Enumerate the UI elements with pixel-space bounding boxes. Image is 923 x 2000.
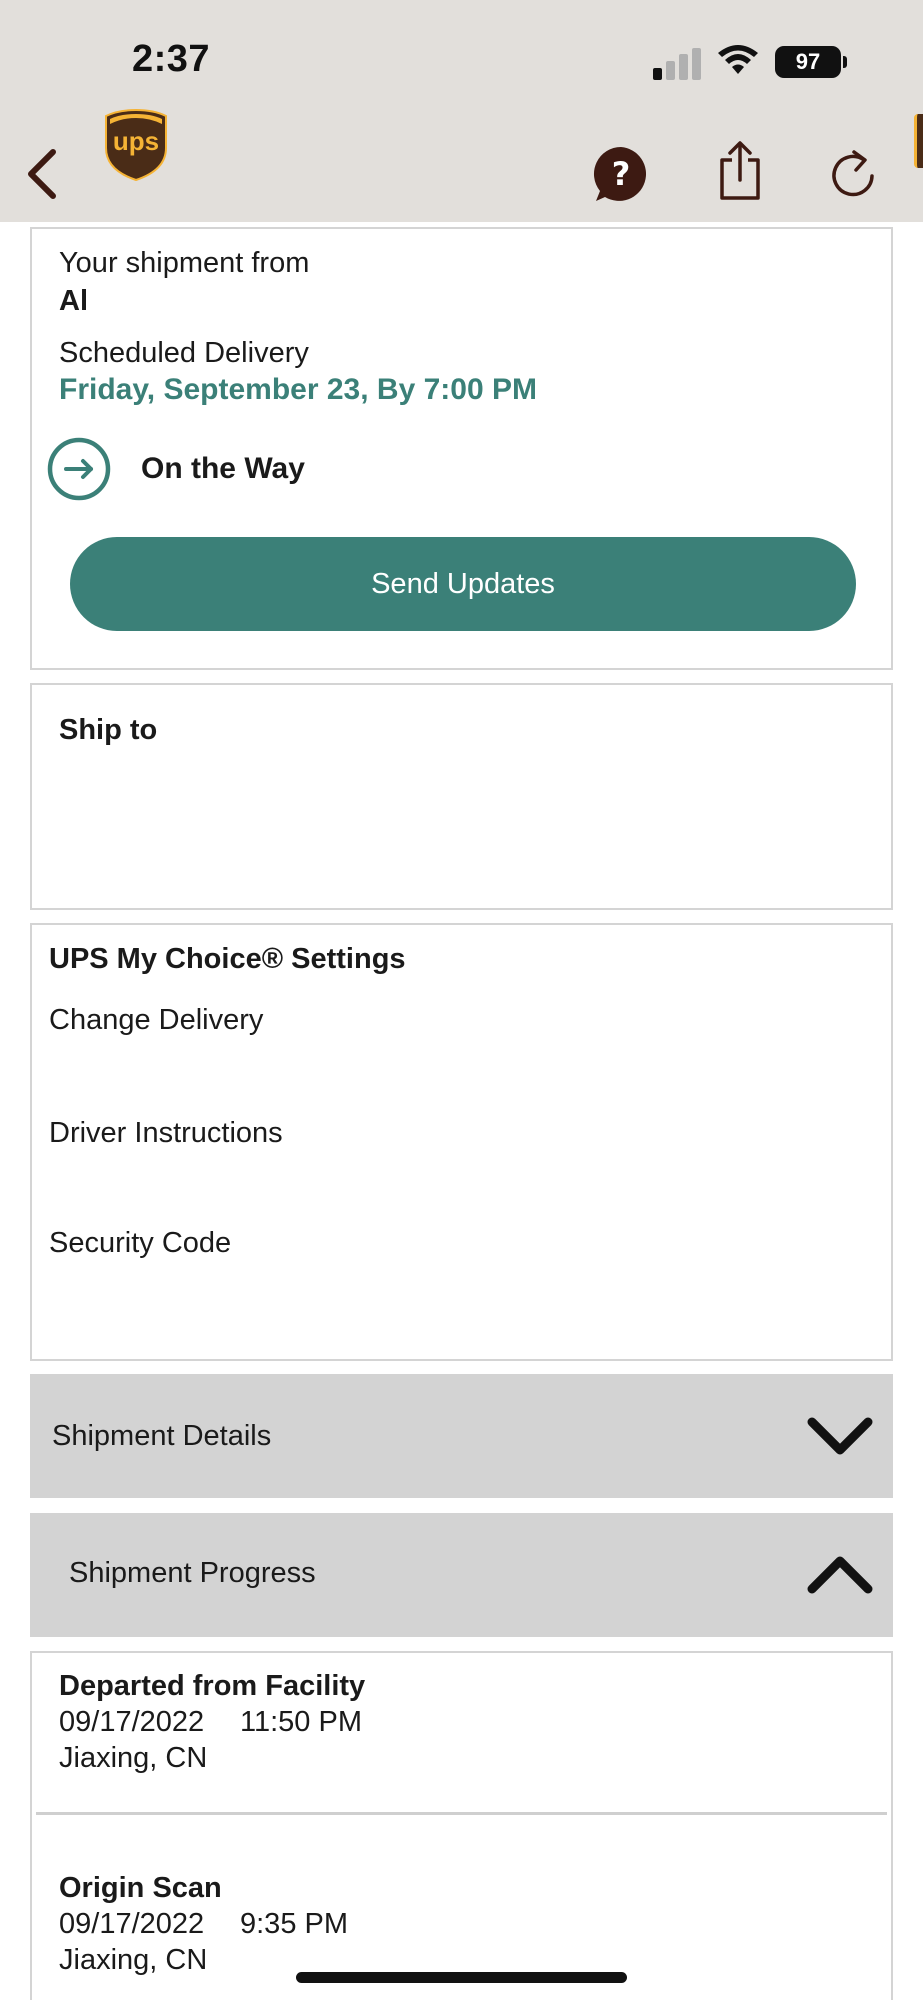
shipment-progress-accordion[interactable]: Shipment Progress xyxy=(30,1513,893,1637)
event-date: 09/17/2022 xyxy=(59,1908,205,1940)
ups-logo-text: ups xyxy=(112,126,160,156)
battery-indicator: 97 xyxy=(775,46,841,78)
my-choice-title: UPS My Choice® Settings xyxy=(49,943,406,975)
ship-to-card: Ship to xyxy=(30,683,893,910)
shipment-details-label: Shipment Details xyxy=(52,1420,272,1452)
refresh-button[interactable] xyxy=(828,144,878,200)
event-date: 09/17/2022 xyxy=(59,1706,205,1738)
chevron-up-icon xyxy=(807,1556,873,1594)
event-location: Jiaxing, CN xyxy=(59,1742,208,1774)
chevron-left-icon xyxy=(28,149,56,199)
status-text: On the Way xyxy=(141,452,305,485)
shipment-details-accordion[interactable]: Shipment Details xyxy=(30,1374,893,1498)
progress-events-list: Departed from Facility 09/17/2022 11:50 … xyxy=(30,1651,893,2000)
battery-level: 97 xyxy=(795,49,821,74)
help-button[interactable]: ? xyxy=(592,145,650,203)
share-icon xyxy=(720,141,760,200)
change-delivery-link[interactable]: Change Delivery xyxy=(49,1004,263,1037)
driver-instructions-link[interactable]: Driver Instructions xyxy=(49,1117,283,1150)
ups-logo-partial xyxy=(914,114,923,168)
event-title: Origin Scan xyxy=(59,1872,222,1904)
app-header: 2:37 97 ups ? xyxy=(0,0,923,222)
shipment-from-label: Your shipment from xyxy=(59,247,310,279)
send-updates-button[interactable]: Send Updates xyxy=(70,537,856,631)
share-button[interactable] xyxy=(716,140,764,202)
event-time: 11:50 PM xyxy=(240,1706,362,1738)
svg-text:?: ? xyxy=(612,155,631,193)
event-divider xyxy=(36,1812,887,1815)
wifi-icon xyxy=(718,45,758,74)
back-button[interactable] xyxy=(20,146,64,202)
battery-tip xyxy=(843,56,847,68)
shipment-from-value: Al xyxy=(59,285,88,317)
security-code-link[interactable]: Security Code xyxy=(49,1227,231,1260)
scheduled-delivery-date: Friday, September 23, By 7:00 PM xyxy=(59,373,537,406)
arrow-right-circle-icon xyxy=(47,437,111,501)
my-choice-settings-card: UPS My Choice® Settings Change Delivery … xyxy=(30,923,893,1361)
status-time: 2:37 xyxy=(132,38,211,80)
shipment-summary-card: Your shipment from Al Scheduled Delivery… xyxy=(30,227,893,670)
scheduled-delivery-label: Scheduled Delivery xyxy=(59,337,309,369)
ups-logo: ups xyxy=(104,108,168,182)
event-location: Jiaxing, CN xyxy=(59,1944,208,1976)
ship-to-title: Ship to xyxy=(59,714,158,746)
status-indicator xyxy=(47,437,111,501)
event-time: 9:35 PM xyxy=(240,1908,348,1940)
event-title: Departed from Facility xyxy=(59,1670,366,1702)
chevron-down-icon xyxy=(807,1417,873,1455)
shipment-progress-label: Shipment Progress xyxy=(69,1557,316,1589)
refresh-icon xyxy=(832,150,874,197)
home-indicator xyxy=(296,1972,627,1983)
help-chat-icon: ? xyxy=(593,146,647,201)
